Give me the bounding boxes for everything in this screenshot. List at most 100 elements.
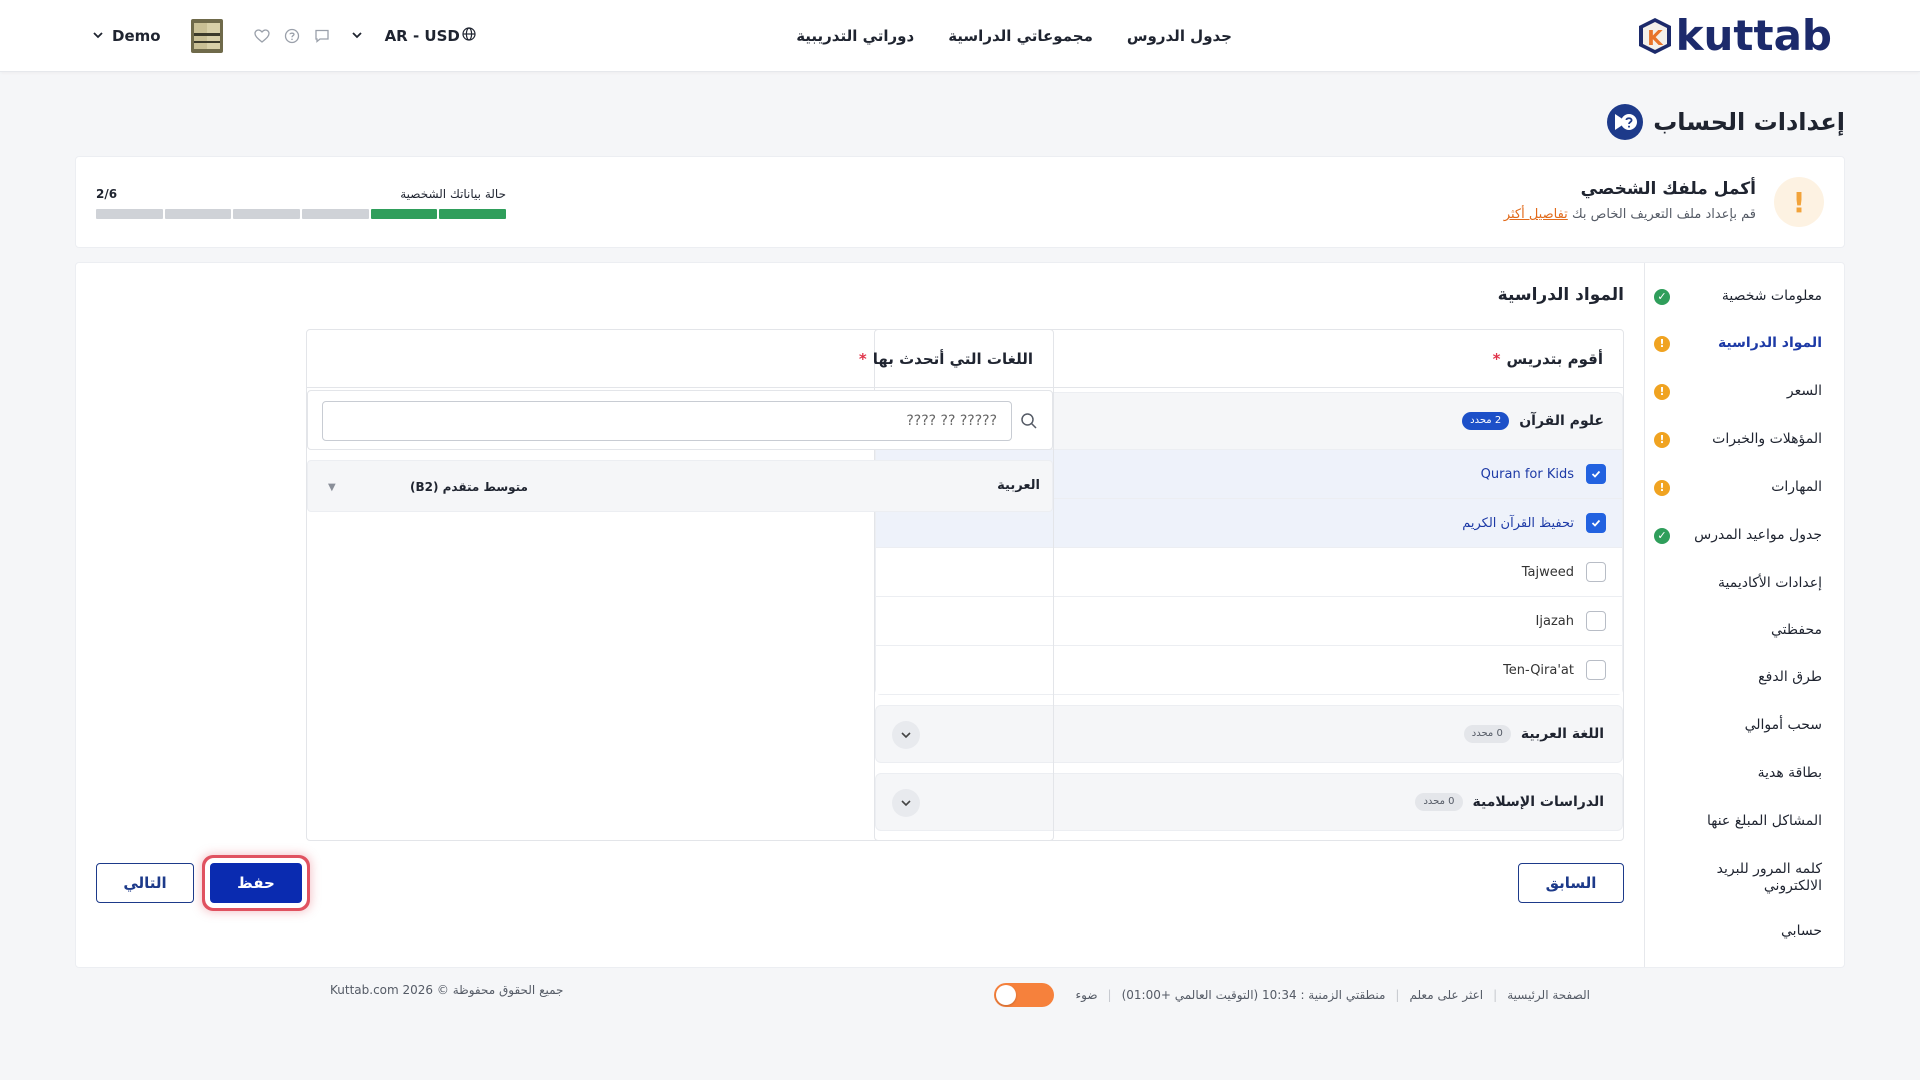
sidebar-item[interactable]: حسابي: [1654, 923, 1822, 940]
sidebar-item[interactable]: جدول مواعيد المدرس ✓: [1654, 527, 1822, 544]
subject-label: تحفيظ القرآن الكريم: [1462, 515, 1574, 531]
user-menu[interactable]: Demo: [92, 27, 161, 45]
settings-sidebar: معلومات شخصية ✓ المواد الدراسية! السعر! المؤ…: [1644, 263, 1844, 967]
sidebar-item[interactable]: إعدادات الأكاديمية: [1654, 575, 1822, 592]
warning-circle-icon: !: [1654, 431, 1670, 448]
sidebar-item[interactable]: المؤهلات والخبرات!: [1654, 431, 1822, 448]
copyright: جميع الحقوق محفوظة © 2026 Kuttab.com: [330, 983, 564, 997]
sidebar-item-label: سحب أموالي: [1744, 717, 1822, 733]
nav-my-groups[interactable]: مجموعاتي الدراسية: [948, 27, 1093, 45]
check-circle-icon: ✓: [1654, 288, 1670, 305]
check-circle-icon: ✓: [1654, 527, 1670, 544]
header-icons: [253, 27, 331, 45]
warning-circle-icon: !: [1654, 479, 1670, 496]
subject-label: Ijazah: [1535, 613, 1574, 629]
selected-count-badge: 2 محدد: [1462, 412, 1510, 430]
sidebar-item[interactable]: محفظتي: [1654, 622, 1822, 639]
footer-home-link[interactable]: الصفحة الرئيسية: [1507, 988, 1590, 1002]
complete-profile-card: ! أكمل ملفك الشخصي قم بإعداد ملف التعريف…: [75, 156, 1845, 248]
sidebar-item-label: حسابي: [1781, 923, 1822, 939]
sidebar-item[interactable]: المواد الدراسية!: [1654, 335, 1822, 352]
separator: |: [1493, 988, 1498, 1002]
checkbox-checked-icon[interactable]: [1586, 513, 1606, 533]
kuttab-logo[interactable]: K kuttab: [1636, 12, 1832, 60]
progress-segment: [301, 209, 369, 219]
profile-card-title: أكمل ملفك الشخصي: [1580, 179, 1756, 199]
progress-segment: [233, 209, 300, 219]
sidebar-item[interactable]: كلمه المرور للبريد الالكتروني: [1654, 861, 1822, 895]
progress-segment: [439, 209, 506, 219]
warning-circle-icon: !: [1654, 383, 1670, 400]
header-actions: Demo AR - USD: [92, 0, 476, 72]
profile-card-subtitle: قم بإعداد ملف التعريف الخاص بك تفاصيل أك…: [1504, 207, 1756, 222]
category-title: علوم القرآن: [1519, 413, 1604, 429]
selected-count-badge: 0 محدد: [1415, 793, 1463, 811]
sidebar-item-label: المشاكل المبلغ عنها: [1706, 813, 1822, 829]
warning-icon: !: [1774, 177, 1824, 227]
page-title-text: إعدادات الحساب: [1653, 108, 1845, 136]
settings-card: معلومات شخصية ✓ المواد الدراسية! السعر! المؤ…: [75, 262, 1845, 968]
sidebar-item[interactable]: المشاكل المبلغ عنها: [1654, 813, 1822, 830]
language-level-select[interactable]: متوسط متقدم (B2) ▼: [328, 471, 528, 503]
nav-lessons-schedule[interactable]: جدول الدروس: [1127, 27, 1232, 45]
top-header: K kuttab جدول الدروس مجموعاتي الدراسية د…: [0, 0, 1920, 72]
video-help-icon[interactable]: [1607, 104, 1644, 140]
language-name: العربية: [997, 478, 1040, 493]
footer-find-teacher-link[interactable]: اعثر على معلم: [1409, 988, 1483, 1002]
main-nav: جدول الدروس مجموعاتي الدراسية دوراتي الت…: [796, 0, 1232, 72]
progress-label: حالة بياناتك الشخصية: [400, 187, 506, 201]
progress-segment: [370, 209, 438, 219]
footer-links: الصفحة الرئيسية | اعثر على معلم | منطقتي…: [993, 983, 1590, 1007]
warning-circle-icon: !: [1654, 335, 1670, 352]
language-search-input[interactable]: [322, 401, 1012, 441]
theme-toggle[interactable]: [993, 983, 1054, 1007]
sidebar-item-label: محفظتي: [1771, 622, 1822, 638]
search-icon: [1020, 412, 1038, 430]
globe-icon: [462, 27, 476, 45]
language-row: العربية متوسط متقدم (B2) ▼: [307, 460, 1053, 512]
logo-letter: K: [1647, 26, 1664, 50]
progress-segment: [164, 209, 232, 219]
locale-selector[interactable]: AR - USD: [351, 27, 476, 45]
category-title: اللغة العربية: [1520, 726, 1604, 742]
heart-icon[interactable]: [253, 27, 271, 45]
checkbox-checked-icon[interactable]: [1586, 464, 1606, 484]
sidebar-item[interactable]: المهارات!: [1654, 479, 1822, 496]
subject-label: Quran for Kids: [1480, 466, 1574, 482]
sidebar-item-label: بطاقة هدية: [1757, 765, 1822, 781]
details-link[interactable]: تفاصيل أكثر: [1504, 207, 1568, 222]
section-title: المواد الدراسية: [1497, 285, 1624, 305]
sidebar-item-label: إعدادات الأكاديمية: [1718, 575, 1822, 591]
page-title: إعدادات الحساب: [1607, 104, 1845, 140]
sidebar-item-label: طرق الدفع: [1758, 669, 1822, 685]
checkbox-icon[interactable]: [1586, 562, 1606, 582]
checkbox-icon[interactable]: [1586, 611, 1606, 631]
category-title: الدراسات الإسلامية: [1472, 794, 1604, 810]
next-button[interactable]: التالي: [96, 863, 194, 903]
languages-panel-header: اللغات التي أتحدث بها *: [307, 330, 1053, 388]
save-button[interactable]: حفظ: [210, 863, 302, 903]
sidebar-item[interactable]: سحب أموالي: [1654, 717, 1822, 734]
required-mark: *: [858, 349, 867, 368]
message-icon[interactable]: [313, 27, 331, 45]
separator: |: [1107, 988, 1112, 1002]
nav-my-courses[interactable]: دوراتي التدريبية: [796, 27, 914, 45]
required-mark: *: [1492, 349, 1501, 368]
logo-text: kuttab: [1675, 11, 1832, 60]
help-circle-icon[interactable]: [283, 27, 301, 45]
locale-label: AR - USD: [384, 27, 460, 45]
sidebar-item[interactable]: السعر!: [1654, 383, 1822, 400]
sidebar-item[interactable]: بطاقة هدية: [1654, 765, 1822, 782]
language-search-box: [307, 390, 1053, 450]
separator: |: [1395, 988, 1400, 1002]
progress-segment: [95, 209, 163, 219]
sidebar-item-label: كلمه المرور للبريد الالكتروني: [1716, 861, 1822, 894]
subject-label: Tajweed: [1521, 564, 1574, 580]
previous-button[interactable]: السابق: [1518, 863, 1624, 903]
footer: الصفحة الرئيسية | اعثر على معلم | منطقتي…: [75, 980, 1845, 1007]
sidebar-item[interactable]: طرق الدفع: [1654, 669, 1822, 686]
checkbox-icon[interactable]: [1586, 660, 1606, 680]
footer-timezone[interactable]: منطقتي الزمنية : 10:34 (التوقيت العالمي …: [1122, 988, 1386, 1002]
avatar[interactable]: [190, 19, 223, 53]
sidebar-item[interactable]: معلومات شخصية ✓: [1654, 288, 1822, 305]
